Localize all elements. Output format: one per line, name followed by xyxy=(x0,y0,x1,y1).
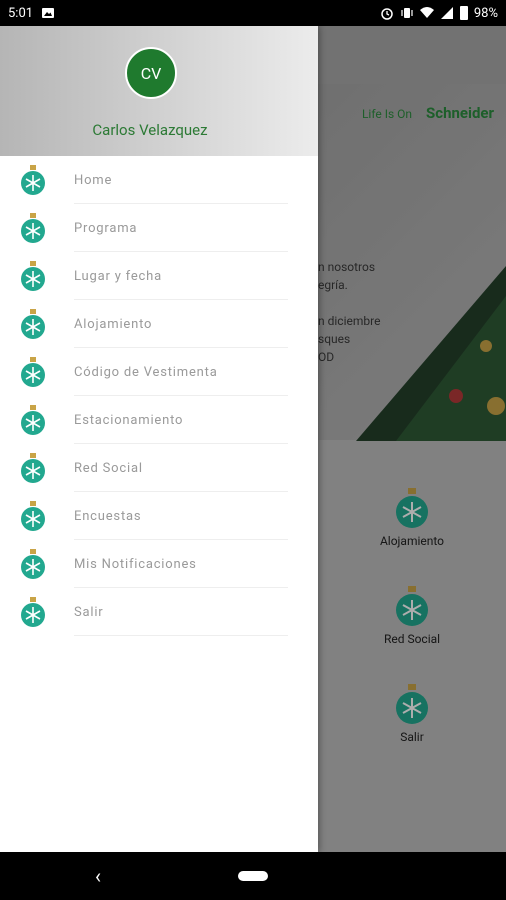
status-bar: 5:01 98% xyxy=(0,0,506,26)
drawer-item-label: Estacionamiento xyxy=(74,412,184,428)
ornament-icon xyxy=(21,165,45,195)
drawer-item-salir[interactable]: Salir xyxy=(0,588,318,636)
battery-percent: 98% xyxy=(473,5,498,21)
system-nav-bar: ‹ xyxy=(0,852,506,900)
drawer-item-home[interactable]: Home xyxy=(0,156,318,204)
drawer-header: CV Carlos Velazquez xyxy=(0,26,318,156)
drawer-item-encuestas[interactable]: Encuestas xyxy=(0,492,318,540)
ornament-icon xyxy=(21,261,45,291)
drawer-menu: Home Programa Lugar y fecha Alojamiento … xyxy=(0,156,318,636)
drawer-item-alojamiento[interactable]: Alojamiento xyxy=(0,300,318,348)
drawer-item-lugar-y-fecha[interactable]: Lugar y fecha xyxy=(0,252,318,300)
avatar[interactable]: CV xyxy=(125,47,177,99)
back-icon[interactable]: ‹ xyxy=(95,864,101,888)
ornament-icon xyxy=(21,453,45,483)
ornament-icon xyxy=(21,501,45,531)
ornament-icon xyxy=(21,405,45,435)
status-time: 5:01 xyxy=(8,5,34,21)
ornament-icon xyxy=(21,213,45,243)
ornament-icon xyxy=(21,549,45,579)
drawer-item-label: Red Social xyxy=(74,460,143,476)
alarm-icon xyxy=(381,8,393,20)
drawer-item-label: Alojamiento xyxy=(74,316,153,332)
signal-icon xyxy=(440,7,453,19)
drawer-item-codigo-de-vestimenta[interactable]: Código de Vestimenta xyxy=(0,348,318,396)
ornament-icon xyxy=(21,357,45,387)
wifi-icon xyxy=(419,7,434,18)
ornament-icon xyxy=(21,597,45,627)
vibrate-icon xyxy=(401,8,413,18)
battery-icon xyxy=(459,6,468,20)
drawer-item-red-social[interactable]: Red Social xyxy=(0,444,318,492)
drawer-item-label: Salir xyxy=(74,604,104,620)
drawer-item-label: Lugar y fecha xyxy=(74,268,162,284)
drawer-item-estacionamiento[interactable]: Estacionamiento xyxy=(0,396,318,444)
drawer-item-label: Mis Notificaciones xyxy=(74,556,197,572)
drawer-item-mis-notificaciones[interactable]: Mis Notificaciones xyxy=(0,540,318,588)
drawer-item-label: Código de Vestimenta xyxy=(74,364,218,380)
ornament-icon xyxy=(21,309,45,339)
home-pill-icon[interactable] xyxy=(238,871,268,881)
drawer-item-label: Encuestas xyxy=(74,508,142,524)
navigation-drawer: CV Carlos Velazquez Home Programa Lugar … xyxy=(0,26,318,852)
user-name: Carlos Velazquez xyxy=(92,121,208,139)
image-notification-icon xyxy=(42,8,55,18)
drawer-item-label: Home xyxy=(74,172,113,188)
drawer-item-programa[interactable]: Programa xyxy=(0,204,318,252)
drawer-item-label: Programa xyxy=(74,220,138,236)
